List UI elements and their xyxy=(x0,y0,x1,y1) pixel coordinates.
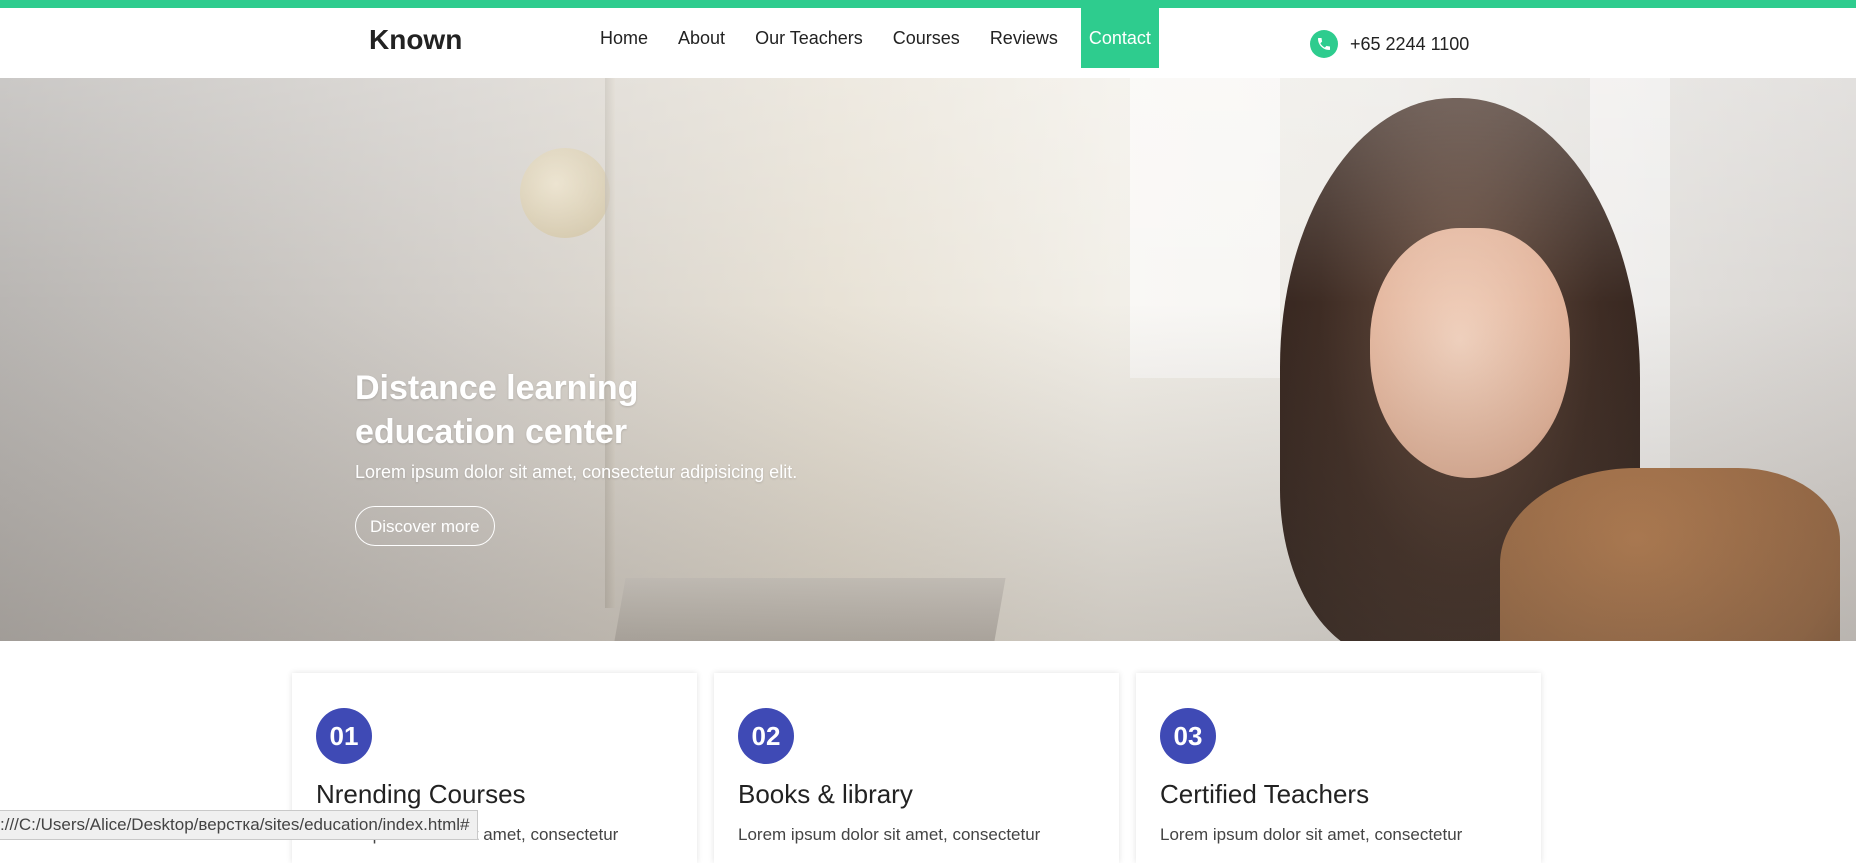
hero-title: Distance learning education center xyxy=(355,369,639,451)
nav-courses[interactable]: Courses xyxy=(878,8,975,68)
browser-status-bar-url: :///C:/Users/Alice/Desktop/верстка/sites… xyxy=(0,810,479,840)
nav-reviews[interactable]: Reviews xyxy=(975,8,1073,68)
feature-card: 03 Certified Teachers Lorem ipsum dolor … xyxy=(1136,673,1541,863)
discover-more-button[interactable]: Discover more xyxy=(355,506,495,546)
features-section: 01 Nrending Courses Lorem ipsum dolor si… xyxy=(292,673,1542,863)
nav-contact[interactable]: Contact xyxy=(1080,8,1159,68)
phone-icon xyxy=(1310,30,1338,58)
phone-number[interactable]: +65 2244 1100 xyxy=(1350,34,1469,55)
accent-top-bar xyxy=(0,0,1856,8)
nav-home[interactable]: Home xyxy=(585,8,663,68)
hero-subtitle: Lorem ipsum dolor sit amet, consectetur … xyxy=(355,462,798,482)
feature-number-badge: 01 xyxy=(316,708,372,764)
phone-contact[interactable]: +65 2244 1100 xyxy=(1310,30,1469,58)
nav-about[interactable]: About xyxy=(663,8,740,68)
feature-card: 02 Books & library Lorem ipsum dolor sit… xyxy=(714,673,1119,863)
hero-overlay xyxy=(0,78,1856,641)
feature-number-badge: 02 xyxy=(738,708,794,764)
feature-text: Lorem ipsum dolor sit amet, consectetur xyxy=(1160,825,1463,844)
hero-banner: Distance learning education center Lorem… xyxy=(0,78,1856,641)
feature-title: Books & library xyxy=(738,779,913,809)
feature-text: Lorem ipsum dolor sit amet, consectetur xyxy=(738,825,1041,844)
nav-our-teachers[interactable]: Our Teachers xyxy=(740,8,878,68)
feature-title: Nrending Courses xyxy=(316,779,526,809)
site-header: Known Home About Our Teachers Courses Re… xyxy=(0,8,1856,78)
feature-title: Certified Teachers xyxy=(1160,779,1370,809)
main-nav: Home About Our Teachers Courses Reviews … xyxy=(585,8,1159,68)
site-logo[interactable]: Known xyxy=(369,24,462,56)
feature-number-badge: 03 xyxy=(1160,708,1216,764)
